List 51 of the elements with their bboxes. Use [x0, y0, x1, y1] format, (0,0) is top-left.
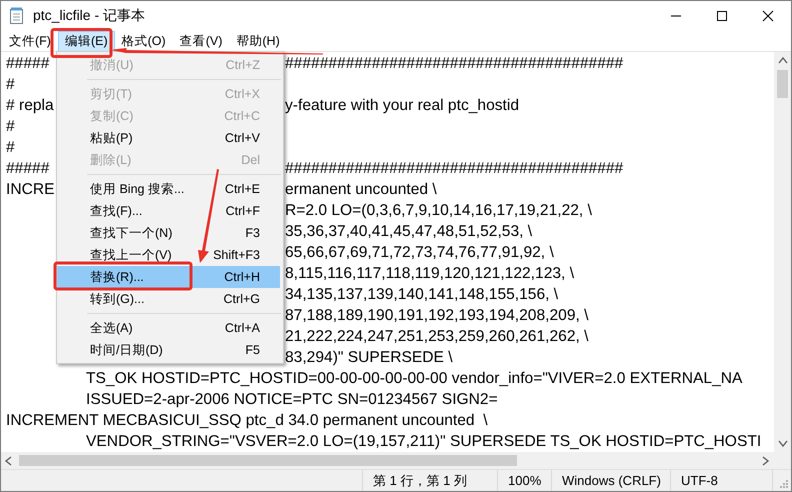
text-line: 65,66,67,69,71,72,73,74,76,77,91,92, \ [285, 243, 554, 263]
maximize-icon [716, 10, 728, 22]
text-line: ##### [6, 54, 50, 74]
status-text: UTF-8 [670, 470, 772, 491]
highlight-frame [50, 28, 112, 58]
text-line: 34,135,137,139,140,141,148,155,156, \ [285, 285, 558, 305]
menu-bar-item[interactable]: 文件(F) [2, 30, 58, 52]
text-line: 87,188,189,190,191,192,193,194,208,209, \ [285, 306, 588, 326]
resize-grip-icon[interactable] [779, 479, 789, 489]
text-line: INCRE [6, 180, 55, 200]
scroll-thumb[interactable] [19, 455, 517, 466]
text-line: 35,36,37,40,41,45,47,48,51,52,53, \ [285, 222, 532, 242]
menu-item[interactable]: 查找(F)... Ctrl+F [57, 200, 280, 222]
window-title: ptc_licfile - 记事本 [33, 7, 146, 25]
scroll-thumb[interactable] [777, 70, 788, 98]
text-line: # repla [6, 96, 54, 116]
text-line: # [6, 75, 15, 95]
text-line: VENDOR_STRING="VSVER=2.0 LO=(19,157,211)" SUPERSEDE TS_OK HOSTID=PTC_HOSTI [86, 432, 762, 452]
menu-item[interactable]: 转到(G)... Ctrl+G [57, 288, 280, 310]
text-line: R=2.0 LO=(0,3,6,7,9,10,14,16,17,19,21,22, \ [285, 201, 592, 221]
menu-item[interactable]: 使用 Bing 搜索... Ctrl+E [57, 178, 280, 200]
text-line: TS_OK HOSTID=PTC_HOSTID=00-00-00-00-00-00 vendor_info="VIVER=2.0 EXTERNAL_NA [86, 369, 742, 389]
menu-item[interactable]: 时间/日期(D) F5 [57, 339, 280, 361]
text-line: y-feature with your real ptc_hostid [285, 96, 520, 116]
text-line: 8,115,116,117,118,119,120,121,122,123, \ [285, 264, 574, 284]
text-line: ISSUED=2-apr-2006 NOTICE=PTC SN=01234567 SIGN2= [86, 390, 498, 410]
vertical-scrollbar[interactable] [774, 52, 791, 452]
notepad-icon [9, 7, 25, 25]
text-line: # [6, 117, 15, 137]
text-line: # [6, 138, 15, 158]
text-line: 21,222,224,247,251,253,259,260,261,262, \ [285, 327, 588, 347]
text-line: INCREMENT MECBASICUI_SSQ ptc_d 34.0 permanent uncounted \ [6, 411, 488, 431]
status-text: 100% [497, 470, 551, 491]
menu-item[interactable]: 查找上一个(V) Shift+F3 [57, 244, 280, 266]
text-line: ####################################### [285, 159, 624, 179]
menu-item[interactable]: 粘贴(P) Ctrl+V [57, 127, 280, 149]
text-line: ##### [6, 159, 50, 179]
text-line: ermanent uncounted \ [285, 180, 437, 200]
menu-bar-item[interactable]: 编辑(E) [58, 30, 115, 52]
menu-bar-item[interactable]: 查看(V) [172, 30, 230, 52]
close-icon [762, 10, 774, 22]
text-line: ####################################### [285, 54, 624, 74]
text-line: 83,294)" SUPERSEDE \ [285, 348, 453, 368]
menu-item[interactable]: 替换(R)... Ctrl+H [57, 266, 280, 288]
horizontal-scrollbar[interactable] [1, 452, 774, 469]
menu-bar-item[interactable]: 格式(O) [114, 30, 173, 52]
menu-bar-item[interactable]: 帮助(H) [229, 30, 287, 52]
menu-item[interactable]: 全选(A) Ctrl+A [57, 317, 280, 339]
status-text: Windows (CRLF) [551, 470, 670, 491]
status-text: 第 1 行，第 1 列 [362, 470, 497, 491]
menu-item[interactable]: 查找下一个(N) F3 [57, 222, 280, 244]
